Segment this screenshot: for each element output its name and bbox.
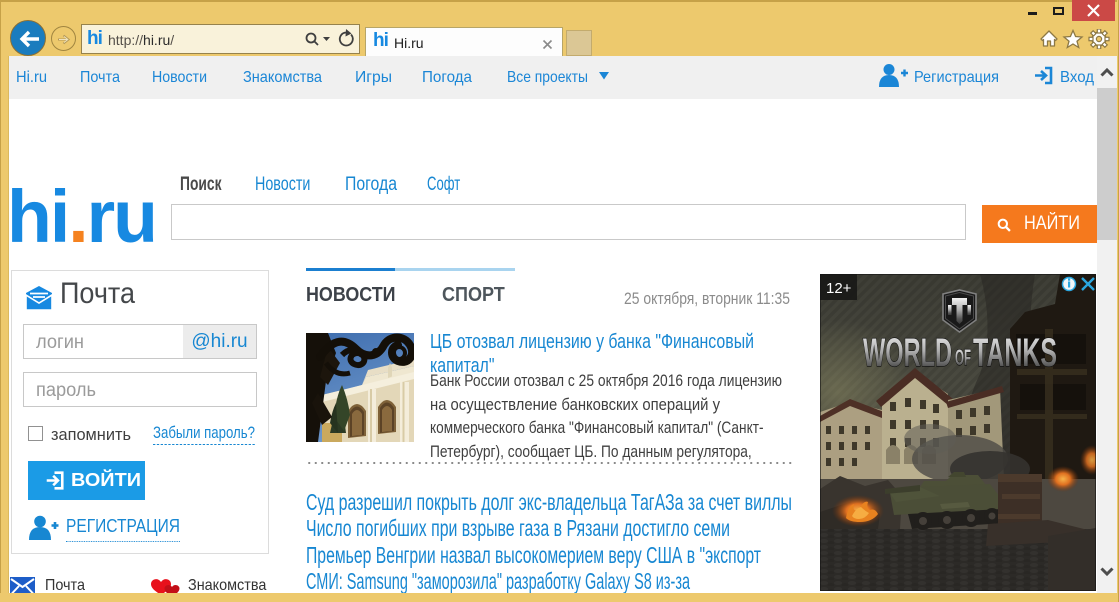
- svg-text:TANKS: TANKS: [973, 331, 1057, 375]
- svg-text:WORLD: WORLD: [863, 331, 952, 375]
- svg-text:OF: OF: [955, 345, 971, 370]
- svg-text:12+: 12+: [826, 280, 852, 297]
